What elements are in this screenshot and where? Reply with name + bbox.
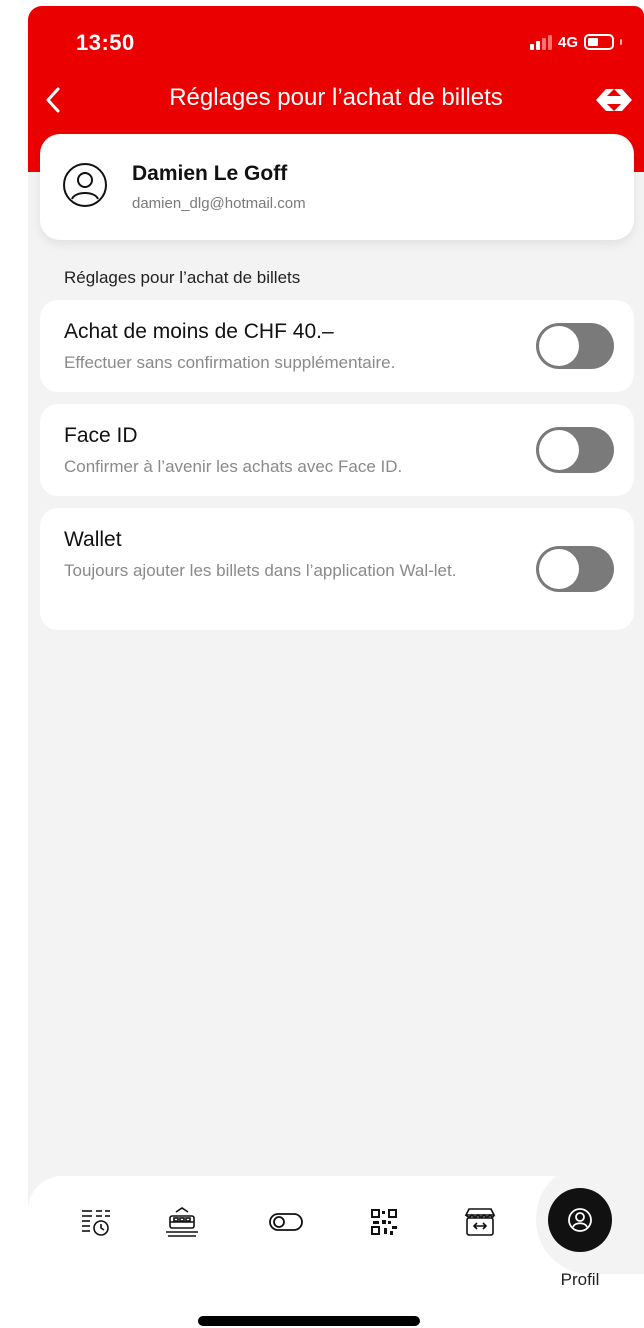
toggle-knob bbox=[539, 549, 579, 589]
user-circle-icon bbox=[63, 163, 107, 207]
setting-description: Confirmer à l’avenir les achats avec Fac… bbox=[64, 457, 403, 476]
home-indicator bbox=[198, 1316, 420, 1326]
profile-icon bbox=[568, 1208, 592, 1232]
navigation-bar: Réglages pour l’achat de billets bbox=[28, 78, 644, 122]
setting-wallet: Wallet Toujours ajouter les billets dans… bbox=[40, 508, 634, 630]
qr-code-icon bbox=[371, 1209, 397, 1235]
setting-description: Toujours ajouter les billets dans l’appl… bbox=[64, 561, 457, 580]
tab-timetable[interactable] bbox=[74, 1200, 118, 1244]
profile-card[interactable]: Damien Le Goff damien_dlg@hotmail.com bbox=[40, 134, 634, 240]
network-label: 4G bbox=[557, 33, 578, 51]
face-id-toggle[interactable] bbox=[536, 427, 614, 473]
tab-tickets[interactable] bbox=[362, 1200, 406, 1244]
toggle-icon bbox=[269, 1213, 303, 1231]
signal-icon bbox=[529, 34, 552, 50]
status-indicators: 4G bbox=[529, 32, 622, 52]
setting-title: Face ID bbox=[64, 424, 138, 447]
setting-title: Wallet bbox=[64, 528, 122, 551]
tab-profile-label: Profil bbox=[560, 1270, 600, 1289]
page-title: Réglages pour l’achat de billets bbox=[169, 84, 503, 111]
train-station-icon bbox=[166, 1207, 198, 1237]
tab-station[interactable] bbox=[160, 1200, 204, 1244]
shop-icon bbox=[464, 1208, 496, 1236]
toggle-knob bbox=[539, 326, 579, 366]
battery-cap bbox=[620, 39, 622, 45]
setting-title: Achat de moins de CHF 40.– bbox=[64, 320, 334, 343]
setting-description: Effectuer sans confirmation supplémentai… bbox=[64, 353, 396, 372]
tab-profile[interactable] bbox=[548, 1188, 612, 1252]
setting-purchase-under-40: Achat de moins de CHF 40.– Effectuer san… bbox=[40, 300, 634, 392]
profile-email: damien_dlg@hotmail.com bbox=[132, 195, 306, 212]
purchase-under-40-toggle[interactable] bbox=[536, 323, 614, 369]
app-screen: 13:50 4G Réglages pour l’achat de billet… bbox=[28, 6, 644, 1328]
sbb-logo-icon[interactable] bbox=[594, 86, 634, 114]
wallet-toggle[interactable] bbox=[536, 546, 614, 592]
setting-face-id: Face ID Confirmer à l’avenir les achats … bbox=[40, 404, 634, 496]
battery-icon bbox=[584, 34, 614, 50]
profile-name: Damien Le Goff bbox=[132, 162, 288, 185]
section-heading: Réglages pour l’achat de billets bbox=[64, 268, 301, 287]
status-time: 13:50 bbox=[76, 30, 135, 55]
toggle-knob bbox=[539, 430, 579, 470]
tab-shop[interactable] bbox=[458, 1200, 502, 1244]
timetable-clock-icon bbox=[82, 1210, 110, 1236]
tab-toggle[interactable] bbox=[264, 1200, 308, 1244]
